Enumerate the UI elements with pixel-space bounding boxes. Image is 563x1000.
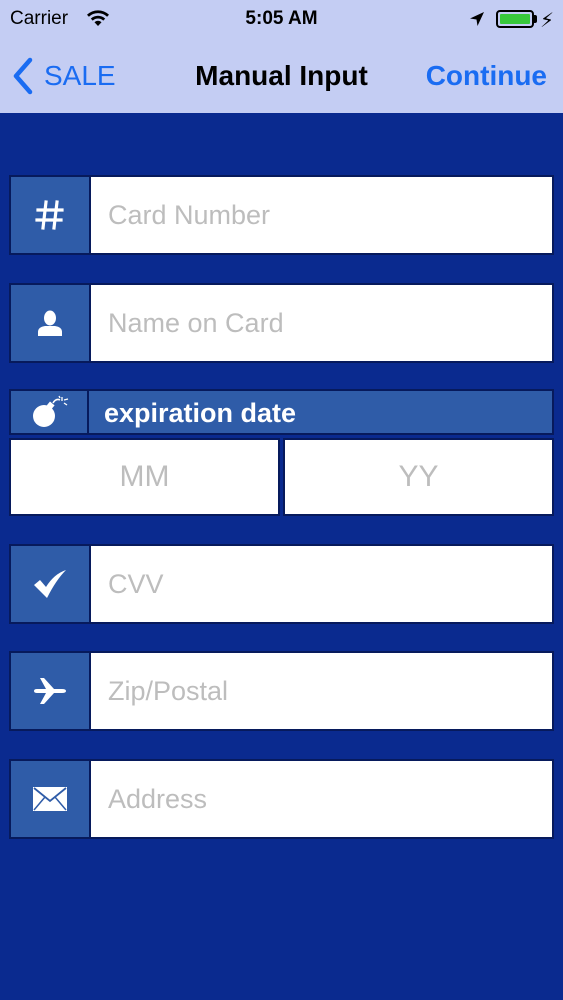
name-on-card-row xyxy=(9,283,554,363)
battery-icon xyxy=(496,10,534,28)
name-on-card-input[interactable] xyxy=(91,285,552,361)
hash-icon xyxy=(11,177,91,253)
address-row xyxy=(9,759,554,839)
zip-row xyxy=(9,651,554,731)
expiration-month-field xyxy=(9,438,280,516)
expiration-date-header: expiration date xyxy=(9,389,554,435)
battery-tip xyxy=(534,15,537,23)
checkmark-icon xyxy=(11,546,91,622)
charging-bolt-icon: ⚡ xyxy=(540,10,555,32)
expiration-month-input[interactable] xyxy=(11,440,278,514)
cvv-input[interactable] xyxy=(91,546,552,622)
top-bar: Carrier 5:05 AM ⚡ SALE Manual Input Cont… xyxy=(0,0,563,113)
envelope-icon xyxy=(11,761,91,837)
airplane-icon xyxy=(11,653,91,729)
person-icon xyxy=(11,285,91,361)
cvv-row xyxy=(9,544,554,624)
expiration-year-field xyxy=(283,438,554,516)
navigation-bar: SALE Manual Input Continue xyxy=(0,38,563,113)
card-number-row xyxy=(9,175,554,255)
battery-level xyxy=(500,14,530,24)
expiration-date-label: expiration date xyxy=(104,398,297,428)
continue-button[interactable]: Continue xyxy=(426,60,547,92)
location-arrow-icon xyxy=(470,12,484,26)
bomb-icon xyxy=(11,391,89,433)
expiration-year-input[interactable] xyxy=(285,440,552,514)
card-number-input[interactable] xyxy=(91,177,552,253)
status-bar: Carrier 5:05 AM ⚡ xyxy=(0,0,563,38)
address-input[interactable] xyxy=(91,761,552,837)
zip-postal-input[interactable] xyxy=(91,653,552,729)
